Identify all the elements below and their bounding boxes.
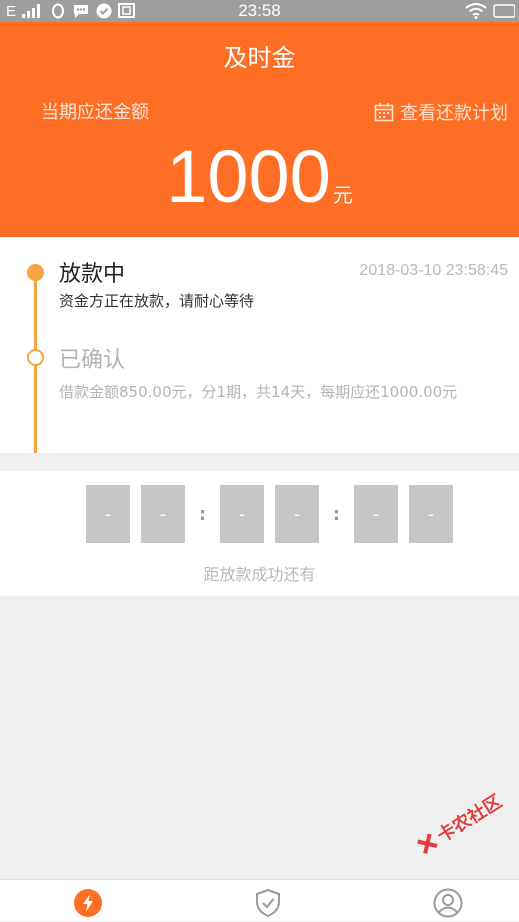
countdown-hour-tens: -: [86, 485, 130, 543]
status-bar: E 23:58: [0, 0, 519, 22]
watermark: 卡农社区: [412, 788, 506, 860]
battery-icon: [493, 4, 515, 18]
status-time: 23:58: [238, 1, 281, 20]
disbursement-countdown: - - : - - : - - 距放款成功还有: [0, 471, 519, 596]
timeline-dot-done: [27, 349, 44, 366]
step-disbursing-time: 2018-03-10 23:58:45: [359, 262, 508, 279]
due-amount-unit: 元: [332, 183, 353, 207]
lightning-icon: [74, 889, 102, 917]
nav-tab-me[interactable]: [428, 888, 468, 922]
countdown-separator: :: [198, 503, 207, 525]
due-amount-value: 1000: [166, 135, 331, 218]
countdown-second-tens: -: [354, 485, 398, 543]
bottom-nav: [0, 879, 519, 921]
calendar-icon: [374, 103, 394, 122]
nav-tab-verify[interactable]: [248, 888, 288, 922]
step-confirmed-desc: 借款金额850.00元，分1期，共14天，每期应还1000.00元: [59, 383, 458, 401]
step-disbursing-desc: 资金方正在放款，请耐心等待: [59, 292, 255, 310]
countdown-hour-ones: -: [141, 485, 185, 543]
countdown-timer: - - : - - : - -: [86, 485, 453, 543]
due-amount-label: 当期应还金额: [41, 102, 149, 123]
wifi-icon: [465, 3, 487, 19]
view-repayment-plan-label: 查看还款计划: [400, 103, 508, 124]
countdown-minute-tens: -: [220, 485, 264, 543]
countdown-separator: :: [332, 503, 341, 525]
step-confirmed-title: 已确认: [59, 348, 126, 373]
page-title: 及时金: [223, 44, 296, 72]
status-right-icons: [465, 2, 515, 20]
step-disbursing-title: 放款中: [59, 262, 126, 287]
nav-tab-home[interactable]: [68, 888, 108, 922]
countdown-minute-ones: -: [275, 485, 319, 543]
loan-status-timeline: 放款中 2018-03-10 23:58:45 资金方正在放款，请耐心等待 已确…: [0, 237, 519, 453]
countdown-caption: 距放款成功还有: [203, 565, 316, 584]
due-amount: 1000 元: [0, 140, 519, 214]
watermark-text: 卡农社区: [433, 791, 506, 848]
countdown-second-ones: -: [409, 485, 453, 543]
user-icon: [433, 888, 463, 918]
view-repayment-plan-link[interactable]: 查看还款计划: [374, 99, 508, 125]
shield-check-icon: [256, 888, 280, 918]
timeline-dot-active: [27, 264, 44, 281]
repayment-header: 及时金 当期应还金额 查看还款计划 1000 元: [0, 22, 519, 237]
